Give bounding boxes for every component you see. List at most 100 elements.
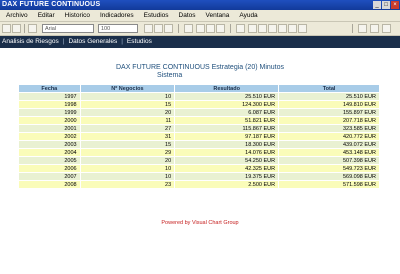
font-combo[interactable]: Arial — [42, 24, 94, 33]
table-cell: 97.187 EUR — [174, 132, 280, 141]
table-row: 2000 11 51.821 EUR 207.718 EUR — [18, 116, 380, 125]
print-icon[interactable] — [288, 24, 297, 33]
column-header: Total — [278, 84, 380, 93]
help-icon[interactable] — [382, 24, 391, 33]
nav-divider: | — [121, 38, 123, 45]
new-icon[interactable] — [2, 24, 11, 33]
minimize-button[interactable]: _ — [373, 1, 381, 9]
table-cell: 29 — [79, 148, 176, 157]
cut-icon[interactable] — [28, 24, 37, 33]
table-cell: 25.510 EUR — [174, 92, 280, 101]
table-cell: 1998 — [18, 100, 81, 109]
table-cell: 2.500 EUR — [174, 180, 280, 189]
table-cell: 571.598 EUR — [278, 180, 380, 189]
open-icon[interactable] — [12, 24, 21, 33]
search-icon[interactable] — [164, 24, 173, 33]
menu-item-ventana[interactable]: Ventana — [206, 12, 230, 19]
toolbar-separator — [352, 24, 353, 33]
table-header-row: Fecha Nº Negocios Resultado Total — [18, 84, 380, 93]
toolbar: Arial 100 — [0, 22, 400, 36]
config-icon[interactable] — [370, 24, 379, 33]
table-cell: 6.087 EUR — [174, 108, 280, 117]
menu-item-historico[interactable]: Historico — [65, 12, 90, 19]
table-cell: 1997 — [18, 92, 81, 101]
table-cell: 10 — [79, 92, 176, 101]
table-row: 2004 29 14.076 EUR 453.148 EUR — [18, 148, 380, 157]
table-cell: 42.325 EUR — [174, 164, 280, 173]
nav-divider: | — [62, 38, 65, 45]
table-cell: 453.148 EUR — [278, 148, 380, 157]
table-cell: 149.810 EUR — [278, 100, 380, 109]
table-row: 2002 31 97.187 EUR 420.772 EUR — [18, 132, 380, 141]
toolbar-separator — [24, 24, 25, 33]
toolbar-separator — [230, 24, 231, 33]
menu-item-indicadores[interactable]: Indicadores — [100, 12, 134, 19]
table-cell: 323.585 EUR — [278, 124, 380, 133]
table-cell: 2006 — [18, 164, 81, 173]
table-cell: 15 — [79, 100, 176, 109]
table-cell: 23 — [79, 180, 176, 189]
table-cell: 124.300 EUR — [174, 100, 280, 109]
table-cell: 27 — [79, 124, 176, 133]
table-row: 2006 10 42.325 EUR 549.723 EUR — [18, 164, 380, 173]
nav-link-analisis[interactable]: Analisis de Riesgos — [2, 38, 59, 45]
nav-link-estudios[interactable]: Estudios — [127, 38, 152, 45]
table-cell: 155.897 EUR — [278, 108, 380, 117]
table-cell: 31 — [79, 132, 176, 141]
report-title: DAX FUTURE CONTINUOUS Estrategia (20) Mi… — [115, 64, 285, 71]
zoom-in-icon[interactable] — [144, 24, 153, 33]
nav-link-datos[interactable]: Datos Generales — [68, 38, 117, 45]
table-row: 2005 20 54.250 EUR 507.398 EUR — [18, 156, 380, 165]
report-nav: Analisis de Riesgos | Datos Generales | … — [0, 36, 400, 48]
table-cell: 18.300 EUR — [174, 140, 280, 149]
line-icon[interactable] — [206, 24, 215, 33]
table-cell: 2002 — [18, 132, 81, 141]
pointer-icon[interactable] — [196, 24, 205, 33]
tile-icon[interactable] — [268, 24, 277, 33]
column-header: Nº Negocios — [79, 84, 176, 93]
maximize-button[interactable]: □ — [382, 1, 390, 9]
close-button[interactable]: × — [391, 1, 399, 9]
table-cell: 11 — [79, 116, 176, 125]
window-icon[interactable] — [258, 24, 267, 33]
table-cell: 1999 — [18, 108, 81, 117]
edit-icon[interactable] — [358, 24, 367, 33]
table-cell: 15 — [79, 140, 176, 149]
menu-item-estudios[interactable]: Estudios — [144, 12, 169, 19]
table-cell: 2005 — [18, 156, 81, 165]
table-row: 2003 15 18.300 EUR 439.072 EUR — [18, 140, 380, 149]
table-row: 1997 10 25.510 EUR 25.510 EUR — [18, 92, 380, 101]
table-cell: 10 — [79, 172, 176, 181]
draw-icon[interactable] — [184, 24, 193, 33]
table-row: 1999 20 6.087 EUR 155.897 EUR — [18, 108, 380, 117]
column-header: Resultado — [174, 84, 280, 93]
table-cell: 2000 — [18, 116, 81, 125]
table-cell: 19.375 EUR — [174, 172, 280, 181]
zoom-out-icon[interactable] — [154, 24, 163, 33]
table-cell: 2003 — [18, 140, 81, 149]
table-cell: 115.867 EUR — [174, 124, 280, 133]
table-cell: 20 — [79, 108, 176, 117]
powered-by-link[interactable]: Powered by Visual Chart Group — [0, 220, 400, 226]
pen-icon[interactable] — [216, 24, 225, 33]
table-row: 2007 10 19.375 EUR 569.098 EUR — [18, 172, 380, 181]
table-cell: 507.398 EUR — [278, 156, 380, 165]
cascade-icon[interactable] — [278, 24, 287, 33]
menu-item-archivo[interactable]: Archivo — [6, 12, 28, 19]
chart-icon[interactable] — [236, 24, 245, 33]
window-title: DAX FUTURE CONTINUOUS — [2, 1, 101, 8]
table-cell: 2008 — [18, 180, 81, 189]
table-cell: 2001 — [18, 124, 81, 133]
menu-bar: Archivo Editar Historico Indicadores Est… — [0, 10, 400, 22]
column-header: Fecha — [18, 84, 81, 93]
menu-item-ayuda[interactable]: Ayuda — [239, 12, 257, 19]
table-cell: 20 — [79, 156, 176, 165]
menu-item-datos[interactable]: Datos — [179, 12, 196, 19]
size-combo[interactable]: 100 — [98, 24, 138, 33]
grid-icon[interactable] — [248, 24, 257, 33]
menu-item-editar[interactable]: Editar — [38, 12, 55, 19]
save-icon[interactable] — [298, 24, 307, 33]
table-cell: 2004 — [18, 148, 81, 157]
table-cell: 439.072 EUR — [278, 140, 380, 149]
table-cell: 569.098 EUR — [278, 172, 380, 181]
